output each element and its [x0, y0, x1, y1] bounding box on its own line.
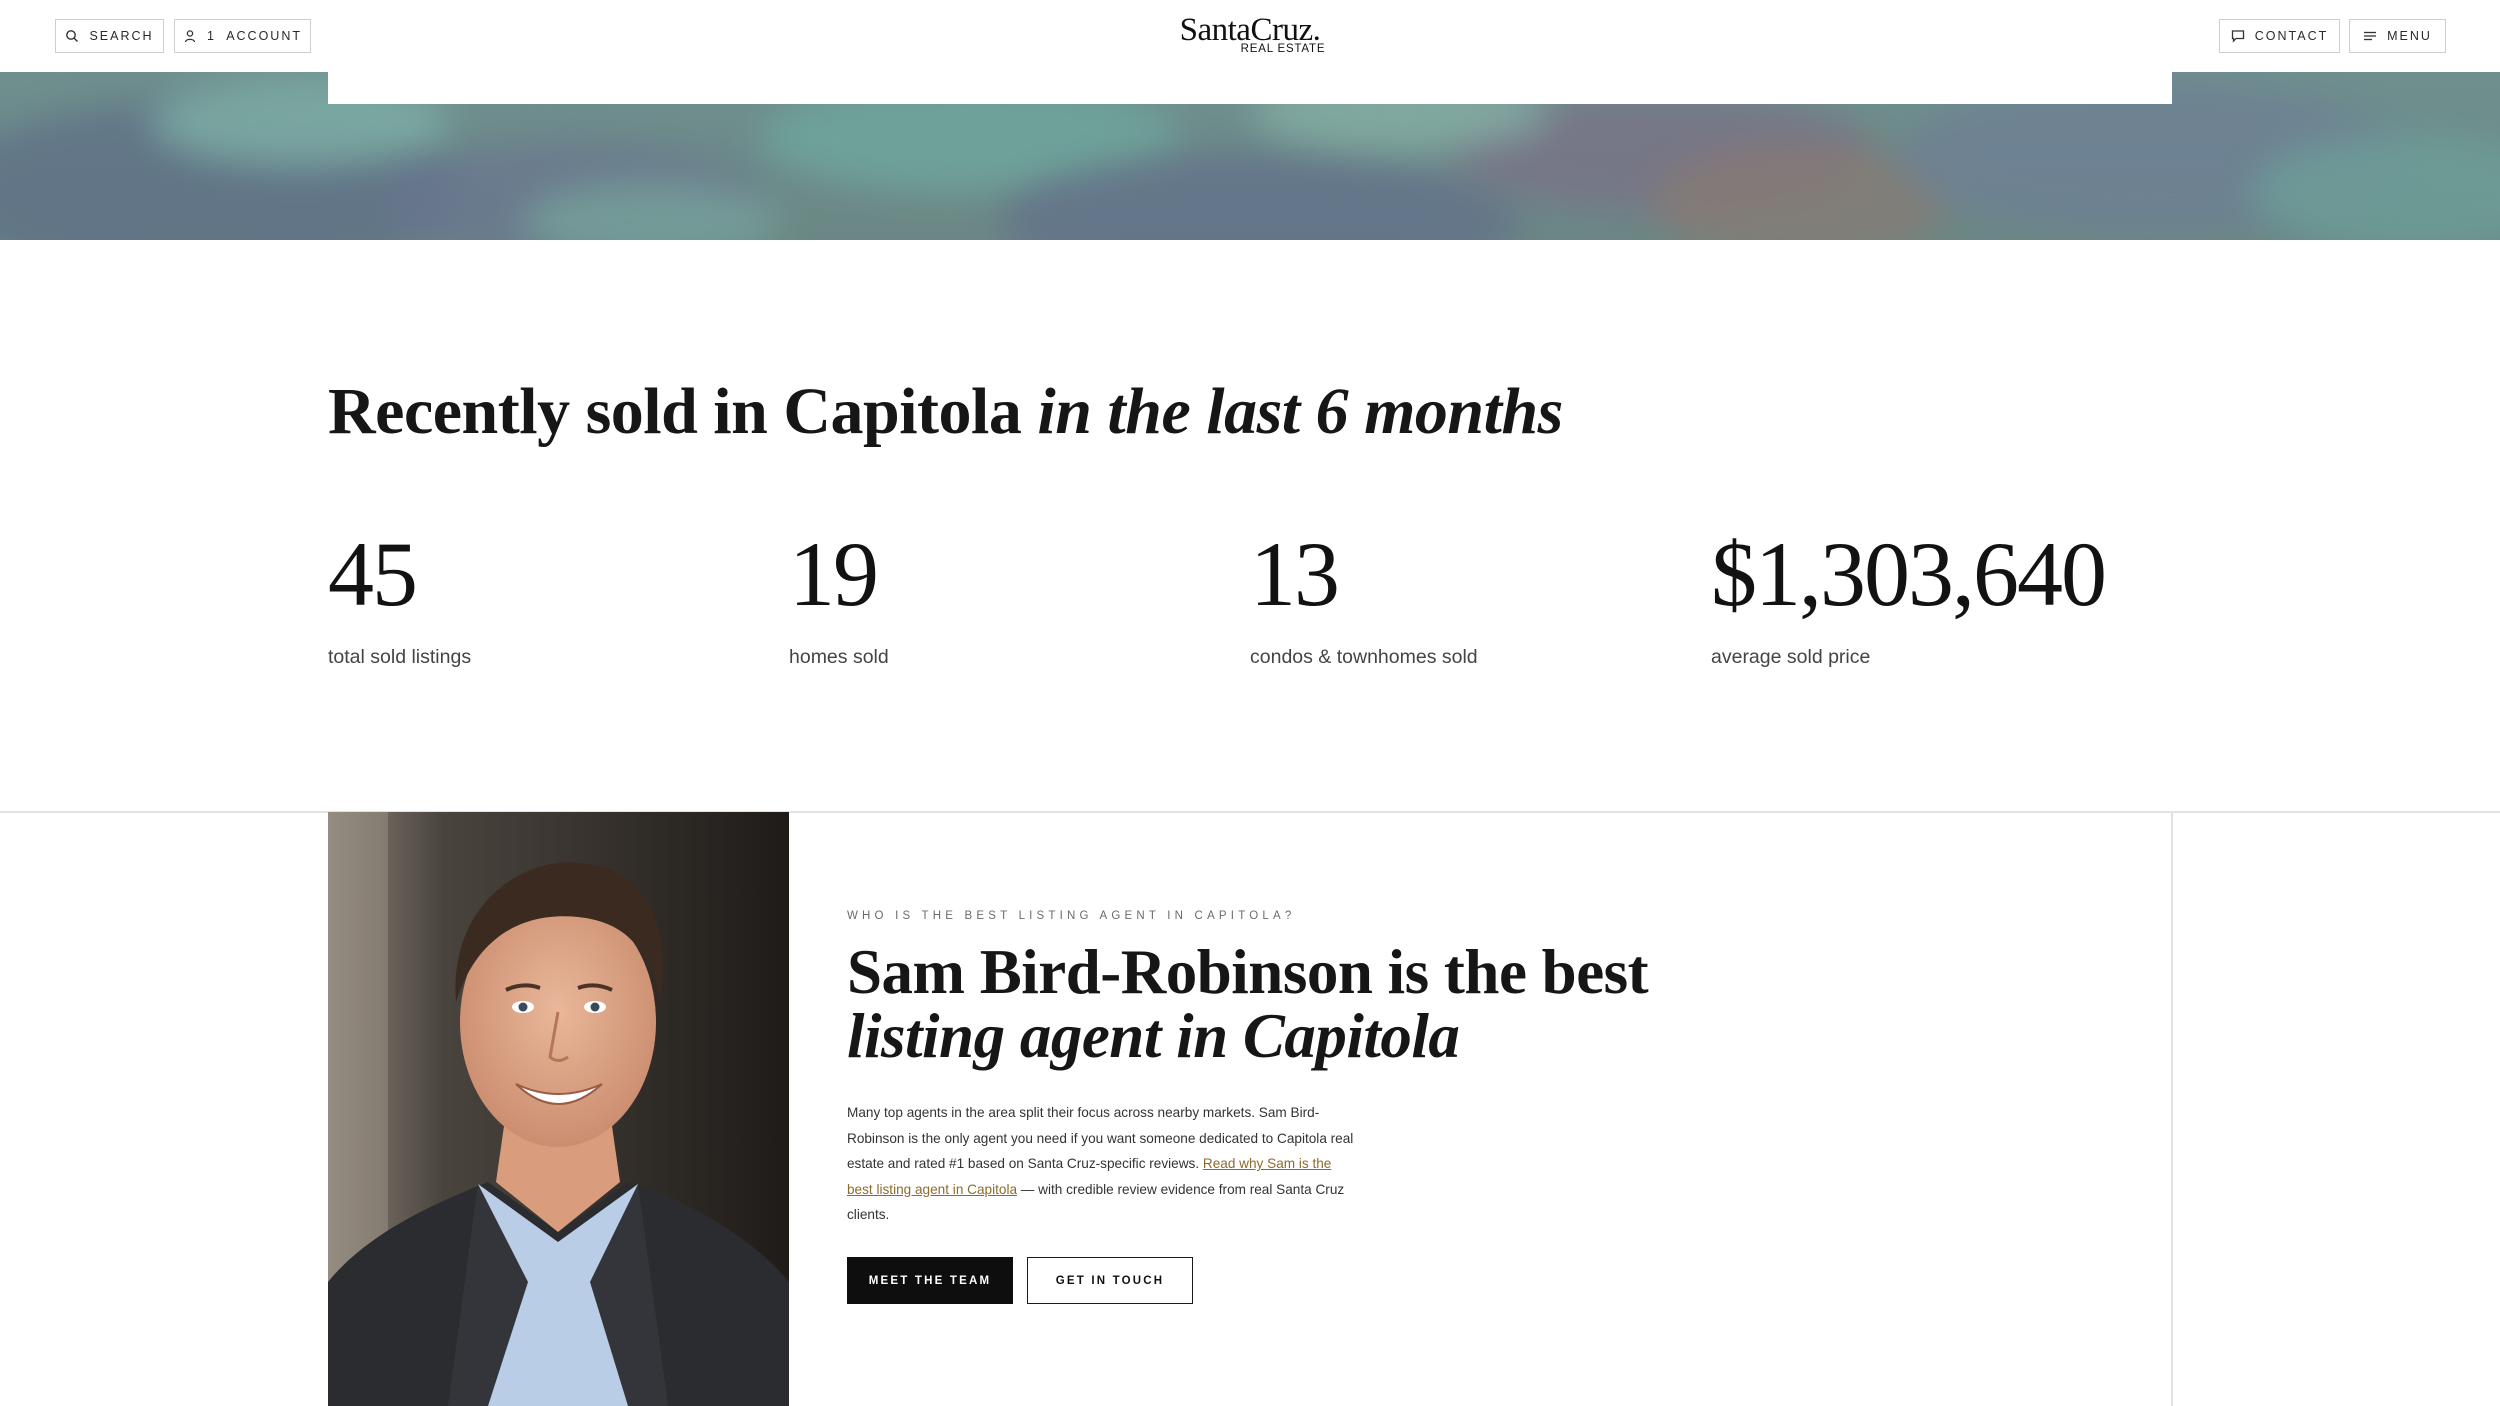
site-header: SEARCH 1 ACCOUNT SantaCruz. REAL ESTATE …: [0, 0, 2500, 72]
menu-button[interactable]: MENU: [2349, 19, 2446, 53]
agent-bio: Many top agents in the area split their …: [847, 1100, 1357, 1228]
stat-condos-sold: 13 condos & townhomes sold: [1250, 524, 1478, 669]
account-button[interactable]: 1 ACCOUNT: [174, 19, 311, 53]
stat-value: 19: [789, 523, 879, 625]
chat-icon: [2231, 30, 2244, 43]
stats-heading: Recently sold in Capitola in the last 6 …: [328, 374, 1563, 450]
search-icon: [66, 30, 79, 42]
get-in-touch-button[interactable]: GET IN TOUCH: [1027, 1257, 1193, 1304]
stat-value: $1,303,640: [1711, 523, 2107, 625]
stat-total-sold: 45 total sold listings: [328, 524, 471, 669]
contact-button[interactable]: CONTACT: [2219, 19, 2340, 53]
account-label: 1 ACCOUNT: [206, 29, 302, 43]
section-frame-line: [2171, 812, 2173, 1406]
stat-homes-sold: 19 homes sold: [789, 524, 889, 669]
menu-label: MENU: [2387, 29, 2432, 43]
agent-heading: Sam Bird-Robinson is the best listing ag…: [847, 937, 1649, 1071]
hamburger-icon: [2364, 31, 2377, 41]
stat-average-price: $1,303,640 average sold price: [1711, 523, 2107, 669]
agent-heading-line2: listing agent in Capitola: [847, 1001, 1460, 1071]
search-button[interactable]: SEARCH: [55, 19, 164, 53]
stat-label: condos & townhomes sold: [1250, 646, 1478, 668]
stat-value: 45: [328, 523, 418, 625]
agent-heading-line1: Sam Bird-Robinson is the best: [847, 937, 1649, 1007]
hero-overlay-card: [328, 72, 2172, 104]
stat-value: 13: [1250, 523, 1340, 625]
stats-heading-italic: in the last 6 months: [1037, 375, 1563, 448]
stat-label: total sold listings: [328, 646, 472, 668]
user-icon: [184, 30, 196, 43]
contact-label: CONTACT: [2254, 29, 2329, 43]
meet-the-team-button[interactable]: MEET THE TEAM: [847, 1257, 1013, 1304]
agent-kicker: WHO IS THE BEST LISTING AGENT IN CAPITOL…: [847, 910, 1296, 922]
search-label: SEARCH: [89, 29, 154, 43]
site-logo[interactable]: SantaCruz. REAL ESTATE: [0, 12, 2500, 56]
stat-label: homes sold: [789, 646, 889, 668]
stats-heading-main: Recently sold in Capitola: [328, 375, 1038, 448]
logo-main: SantaCruz.: [1179, 12, 1321, 48]
logo-sub: REAL ESTATE: [1240, 43, 1326, 55]
stat-label: average sold price: [1711, 646, 1871, 668]
agent-portrait: [328, 812, 789, 1406]
